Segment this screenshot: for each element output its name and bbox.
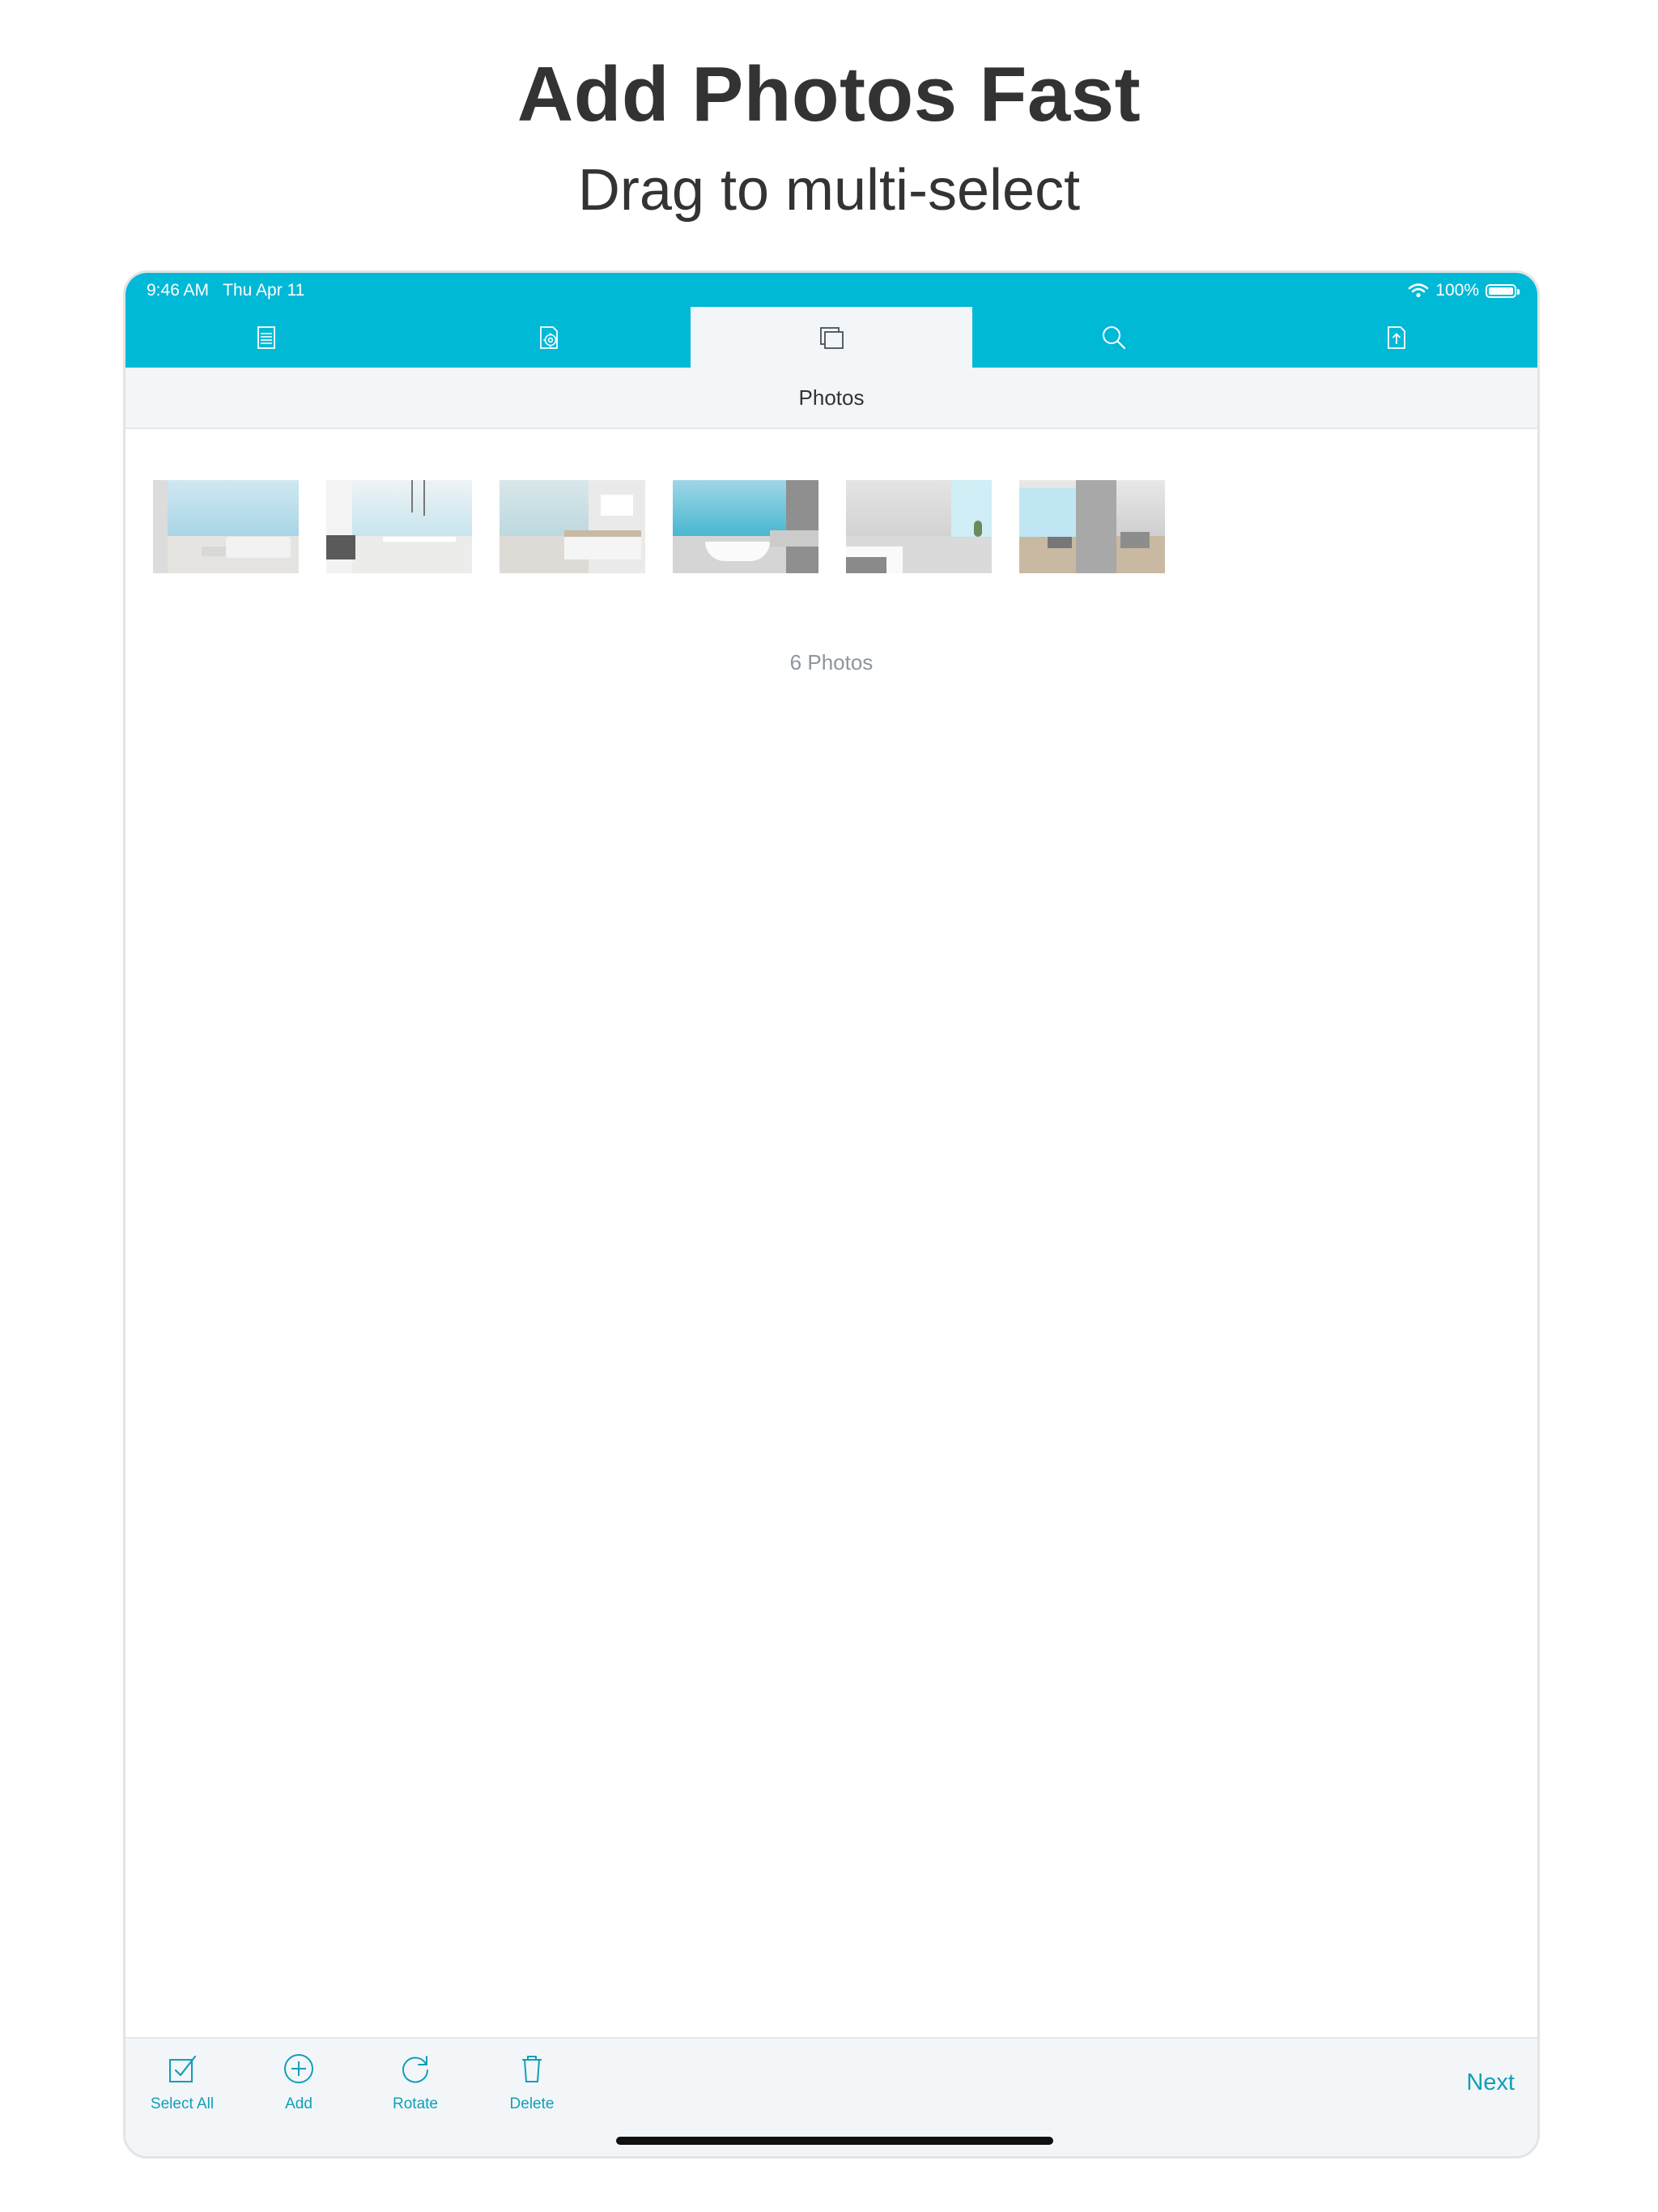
rotate-label: Rotate [393,2095,438,2112]
photo-thumbnail[interactable] [500,480,645,573]
tab-bar [125,307,1537,368]
trash-icon [522,2056,542,2082]
device-frame: 9:46 AM Thu Apr 11 100% Photos 6 Photos … [123,270,1540,2159]
photo-thumbnail[interactable] [673,480,818,573]
page-title: Photos [125,368,1537,429]
photo-grid [153,480,1165,573]
promo-title: Add Photos Fast [517,51,1141,138]
delete-label: Delete [509,2095,555,2112]
top-bar: 9:46 AM Thu Apr 11 100% [125,273,1537,368]
rotate-icon [402,2056,428,2083]
tab-search[interactable] [972,307,1255,368]
select-all-button[interactable]: Select All [134,2050,231,2113]
promo-subtitle: Drag to multi-select [577,158,1081,223]
wifi-icon [1408,283,1429,298]
add-button[interactable]: Add [250,2050,347,2113]
checkbox-icon [169,2055,197,2082]
photos-icon [820,326,844,349]
settings-document-icon [540,325,559,349]
photo-thumbnail[interactable] [326,480,472,573]
next-button[interactable]: Next [1466,2069,1515,2096]
select-all-label: Select All [150,2095,215,2112]
export-icon [1387,325,1405,349]
status-indicators: 100% [1408,281,1520,300]
photo-count: 6 Photos [789,650,874,674]
bottom-toolbar: Select All Add Rotate Delete Next [125,2037,1537,2156]
home-indicator [616,2137,1053,2145]
delete-button[interactable]: Delete [483,2050,580,2113]
search-icon [1102,325,1125,349]
battery-level [1489,287,1513,295]
tab-photos[interactable] [690,307,973,368]
photo-thumbnail[interactable] [846,480,992,573]
add-label: Add [285,2095,312,2112]
rotate-button[interactable]: Rotate [367,2050,464,2113]
tab-report[interactable] [125,307,408,368]
tab-settings[interactable] [408,307,691,368]
battery-icon [1486,283,1520,298]
document-icon [257,325,276,349]
battery-percent: 100% [1435,281,1479,300]
add-circle-icon [284,2054,313,2083]
status-time: 9:46 AM Thu Apr 11 [147,281,305,300]
photo-thumbnail[interactable] [1019,480,1165,573]
tab-export[interactable] [1255,307,1537,368]
photo-thumbnail[interactable] [153,480,299,573]
